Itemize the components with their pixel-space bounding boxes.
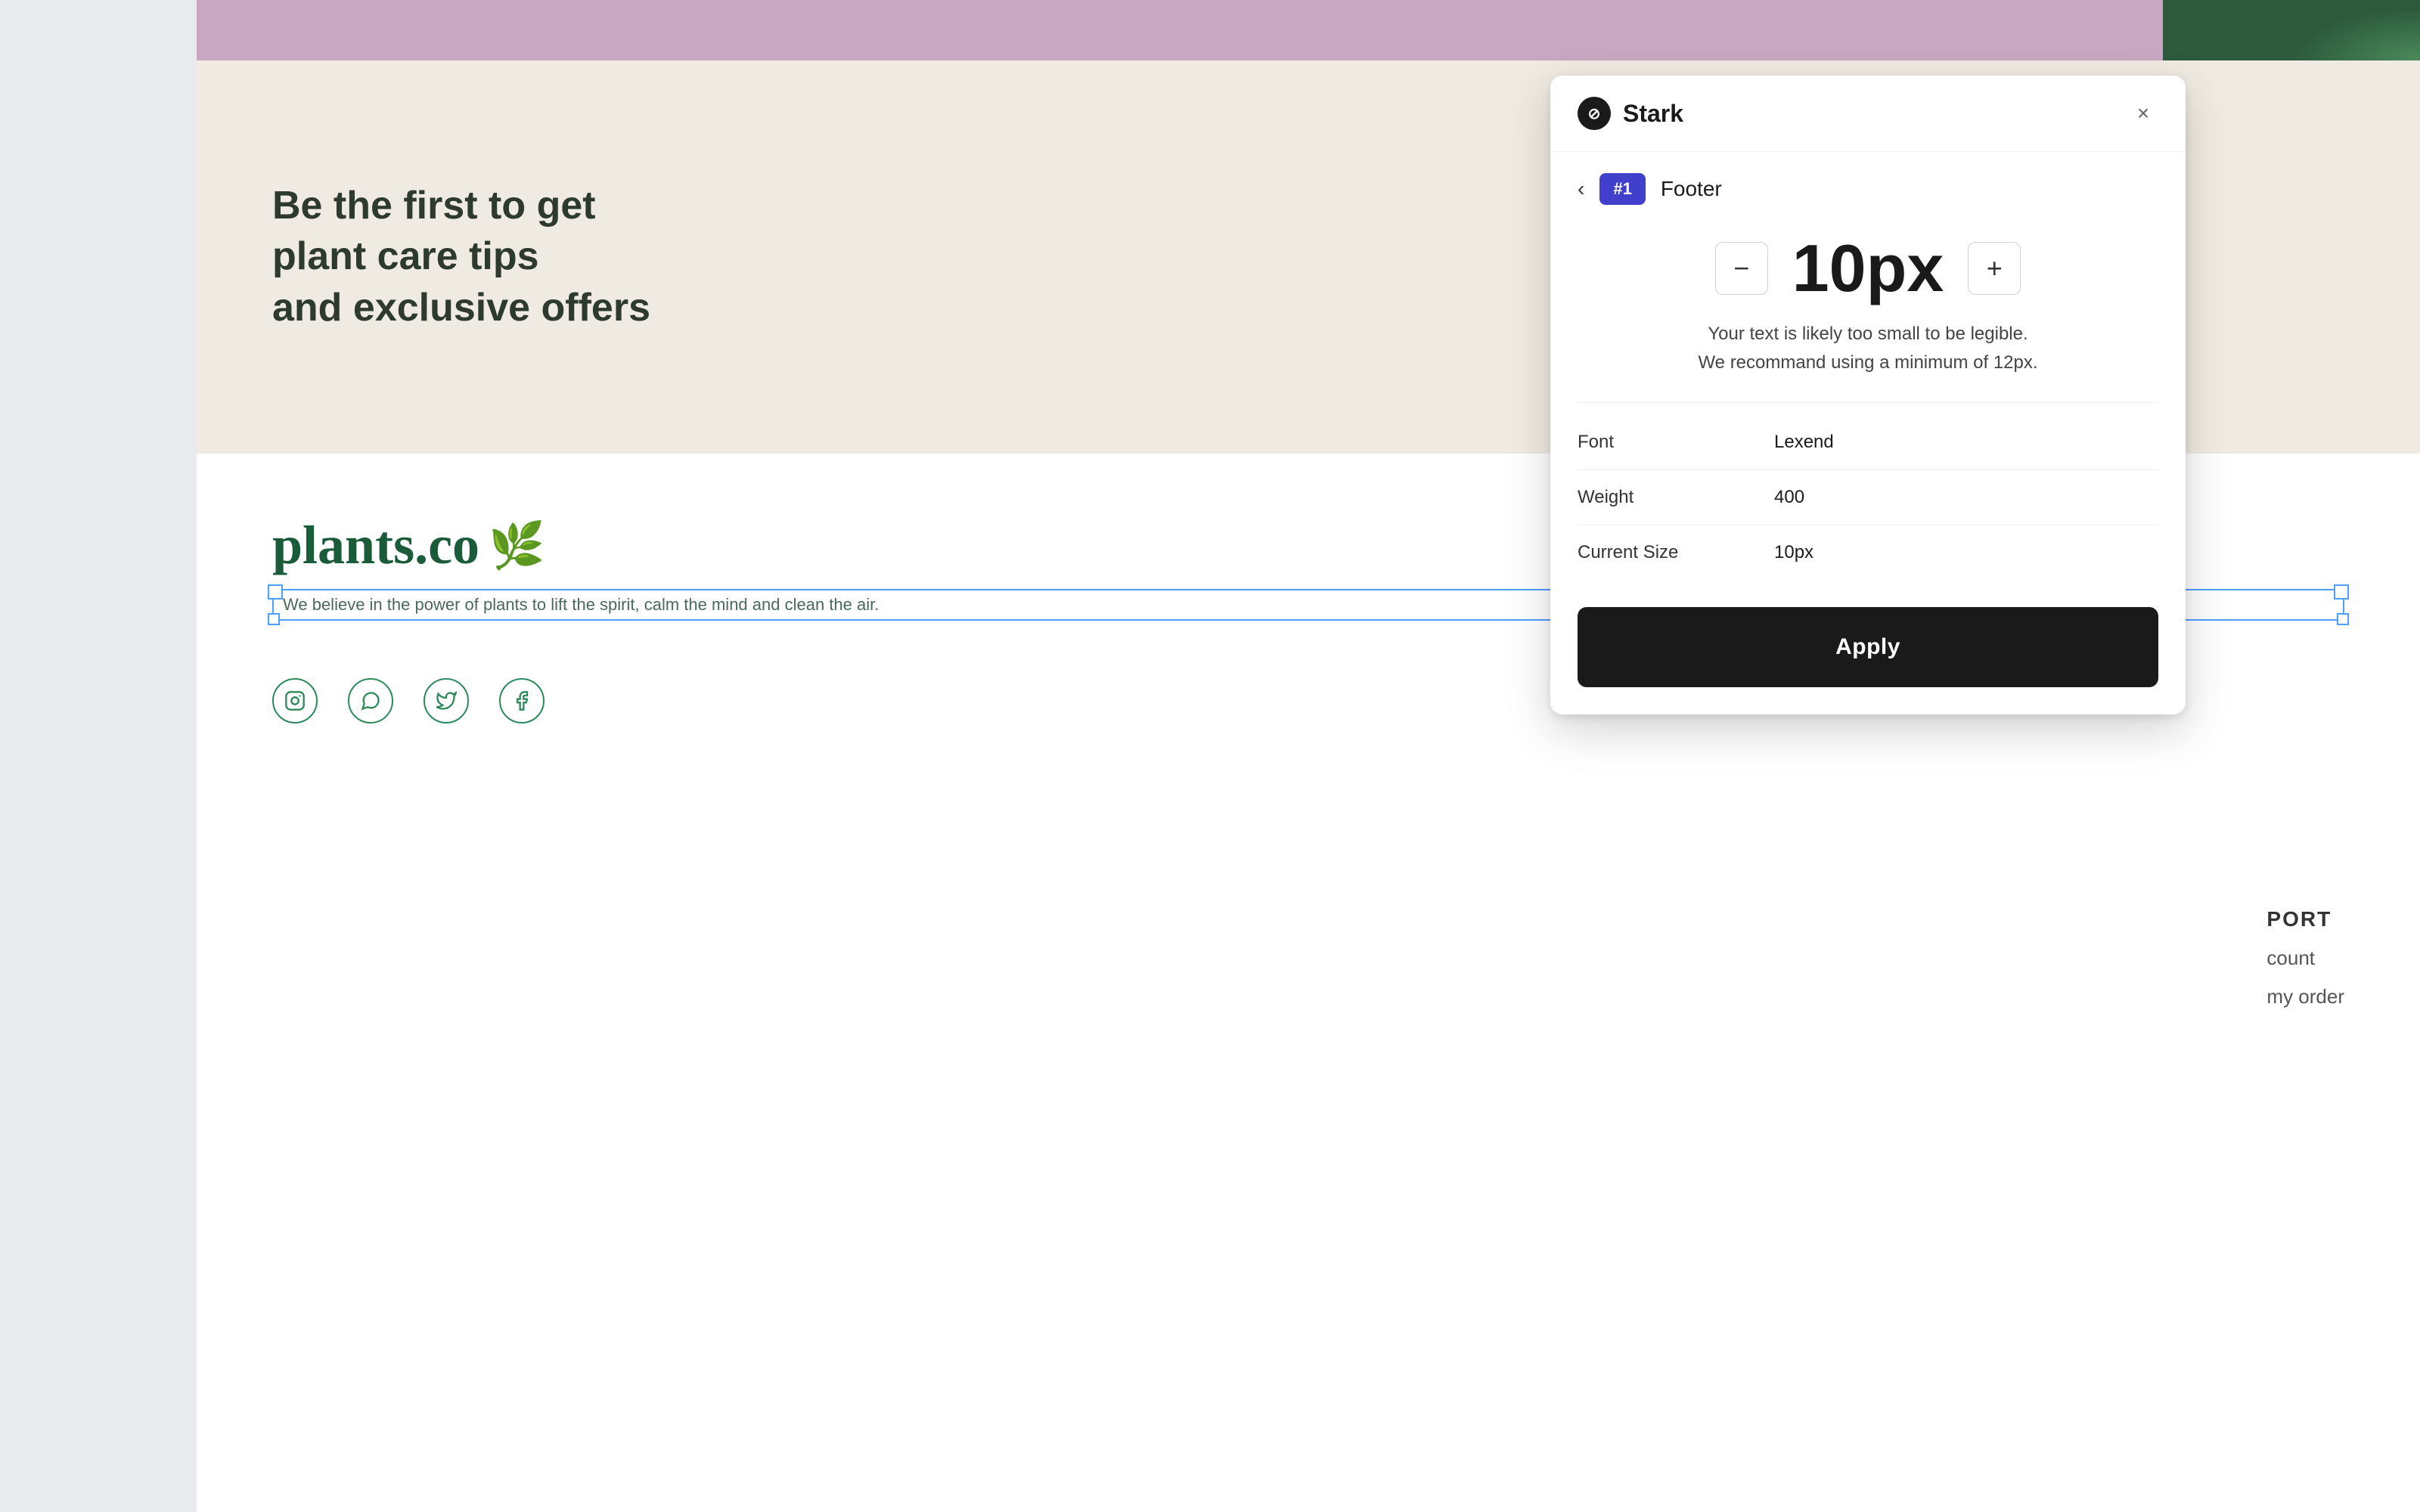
stark-logo-symbol: ⊘ [1588,104,1601,123]
tagline-text: We believe in the power of plants to lif… [283,595,879,614]
font-label: Font [1578,432,1774,453]
issue-badge: #1 [1599,173,1645,205]
corner-handle-bl [268,613,280,625]
stark-panel: ⊘ Stark × ‹ #1 Footer − 10px + Your text… [1550,76,2186,714]
banner-pink [197,0,2163,60]
stark-panel-title: Stark [1623,100,1683,128]
facebook-icon[interactable] [499,678,544,723]
properties-section: Font Lexend Weight 400 Current Size 10px [1550,403,2186,592]
back-button[interactable]: ‹ [1578,177,1584,201]
current-size-label: Current Size [1578,542,1774,563]
property-row-font: Font Lexend [1578,415,2158,470]
panel-header-left: ⊘ Stark [1578,97,1683,130]
instagram-icon[interactable] [272,678,318,723]
weight-label: Weight [1578,487,1774,508]
panel-header: ⊘ Stark × [1550,76,2186,152]
whatsapp-icon[interactable] [348,678,393,723]
increment-button[interactable]: + [1968,242,2021,295]
decrement-button[interactable]: − [1715,242,1768,295]
close-button[interactable]: × [2128,98,2158,129]
warning-message: Your text is likely too small to be legi… [1550,320,2186,402]
logo-leaf: 🌿 [489,519,545,572]
corner-handle-br [2337,613,2349,625]
hero-text: Be the first to get plant care tipsand e… [272,181,666,334]
font-value: Lexend [1774,432,1834,453]
stark-logo: ⊘ [1578,97,1611,130]
property-row-size: Current Size 10px [1578,525,2158,580]
banner-plant [2163,0,2420,60]
current-size-value: 10px [1774,542,1813,563]
twitter-icon[interactable] [424,678,469,723]
logo-text: plants.co [272,514,479,577]
size-control: − 10px + [1550,205,2186,320]
sidebar-link-count[interactable]: count [2266,947,2344,970]
warning-line-1: Your text is likely too small to be legi… [1596,320,2140,349]
warning-line-2: We recommand using a minimum of 12px. [1596,349,2140,377]
sidebar-link-order[interactable]: my order [2266,985,2344,1009]
right-sidebar-content: PORT count my order [2266,907,2344,1009]
property-row-weight: Weight 400 [1578,470,2158,525]
weight-value: 400 [1774,487,1804,508]
banner-area [197,0,2420,60]
apply-button[interactable]: Apply [1578,607,2158,687]
sidebar-header: PORT [2266,907,2344,931]
panel-nav: ‹ #1 Footer [1550,152,2186,205]
size-display: 10px [1792,235,1944,302]
section-name: Footer [1661,177,1722,201]
